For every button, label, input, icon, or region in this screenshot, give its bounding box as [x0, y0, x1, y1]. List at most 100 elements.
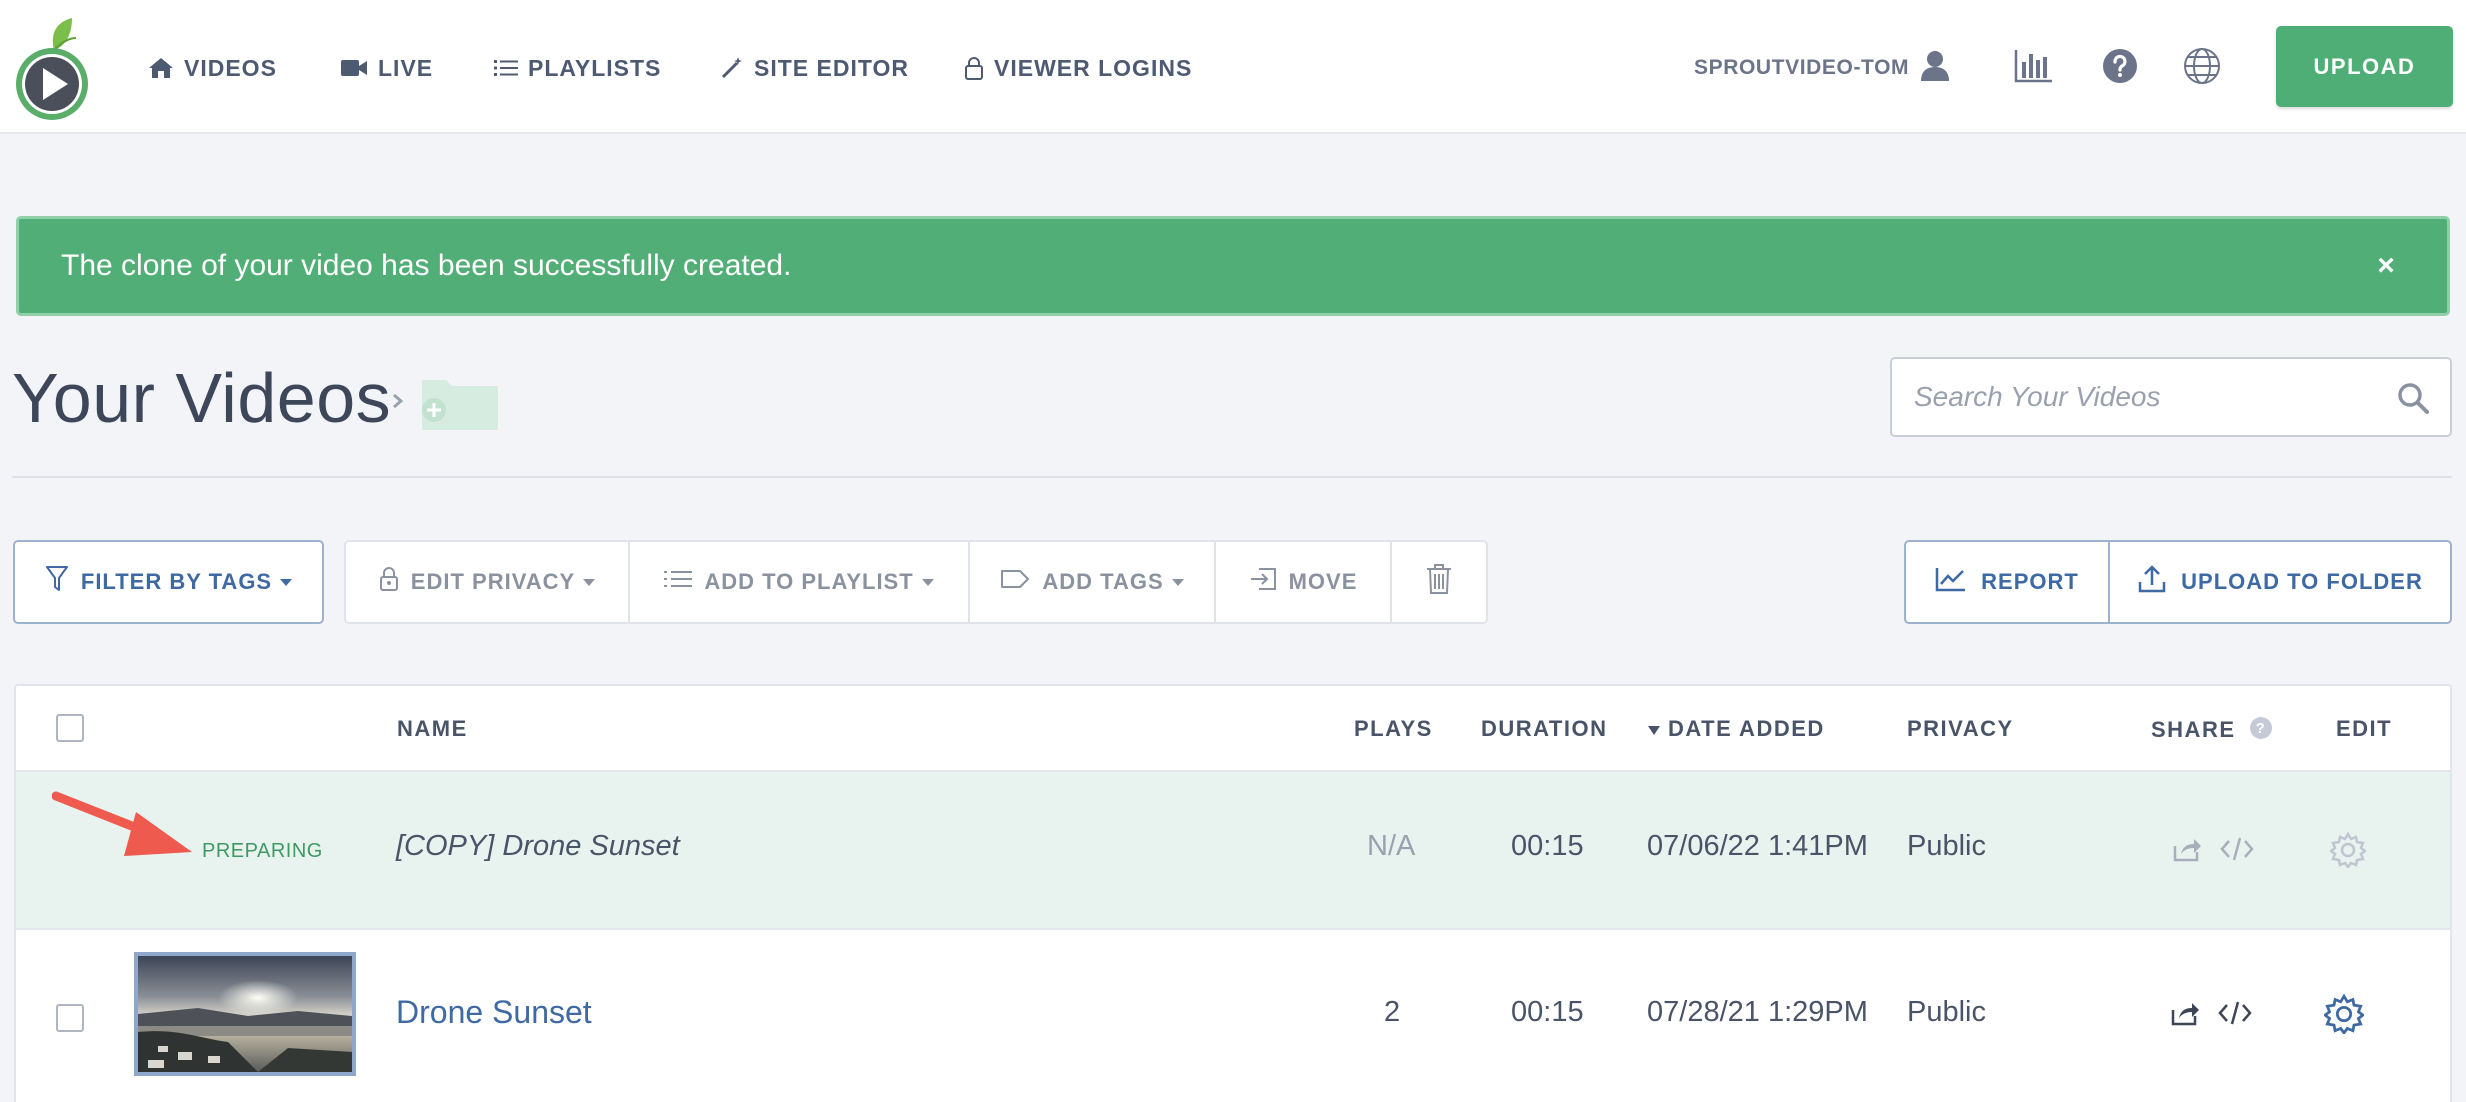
globe-icon[interactable]: [2182, 46, 2222, 86]
line-chart-icon: [1935, 566, 1967, 598]
sort-desc-icon: [1648, 725, 1660, 735]
video-camera-icon: [340, 58, 368, 78]
upload-to-folder-label: UPLOAD TO FOLDER: [2181, 569, 2423, 594]
video-privacy: Public: [1907, 996, 1986, 1028]
bulk-actions-group: EDIT PRIVACY ADD TO PLAYLIST ADD TAGS MO…: [344, 540, 1488, 624]
nav-playlists-label: PLAYLISTS: [528, 54, 662, 81]
gear-icon[interactable]: [2322, 993, 2366, 1039]
add-tags-label: ADD TAGS: [1042, 569, 1164, 594]
upload-icon: [2137, 564, 2167, 600]
caret-down-icon: [921, 578, 934, 586]
table-header: NAME PLAYS DURATION DATE ADDED PRIVACY S…: [16, 686, 2450, 772]
column-date-added-label: DATE ADDED: [1668, 716, 1825, 741]
table-row[interactable]: Drone Sunset 2 00:15 07/28/21 1:29PM Pub…: [16, 930, 2450, 1102]
status-badge: PREPARING: [202, 840, 323, 862]
success-alert: The clone of your video has been success…: [16, 216, 2450, 316]
video-duration: 00:15: [1511, 996, 1584, 1028]
help-icon[interactable]: [2100, 46, 2140, 86]
table-row[interactable]: PREPARING [COPY] Drone Sunset N/A 00:15 …: [16, 772, 2450, 930]
search-box: [1890, 357, 2452, 437]
nav-site-editor-label: SITE EDITOR: [754, 54, 909, 81]
divider: [12, 476, 2452, 478]
search-icon[interactable]: [2396, 381, 2430, 415]
row-checkbox[interactable]: [56, 1004, 84, 1032]
column-edit: EDIT: [2336, 716, 2393, 741]
select-all-checkbox[interactable]: [56, 714, 84, 742]
move-arrow-icon: [1249, 567, 1277, 597]
move-label: MOVE: [1288, 569, 1358, 594]
move-button[interactable]: MOVE: [1216, 542, 1392, 622]
search-input[interactable]: [1914, 377, 2374, 417]
report-upload-group: REPORT UPLOAD TO FOLDER: [1904, 540, 2452, 624]
top-navigation-bar: VIDEOS LIVE PLAYLISTS SITE EDITOR VIEWER…: [0, 0, 2466, 134]
user-icon: [1919, 49, 1951, 87]
nav-site-editor[interactable]: SITE EDITOR: [720, 48, 909, 88]
delete-button[interactable]: [1392, 542, 1486, 622]
upload-button[interactable]: UPLOAD: [2276, 26, 2453, 107]
nav-viewer-logins-label: VIEWER LOGINS: [994, 54, 1193, 81]
add-tags-button[interactable]: ADD TAGS: [970, 542, 1216, 622]
lock-icon: [379, 566, 399, 598]
caret-down-icon: [280, 578, 293, 586]
page-title: Your Videos: [12, 359, 392, 437]
add-to-playlist-button[interactable]: ADD TO PLAYLIST: [630, 542, 970, 622]
alert-message: The clone of your video has been success…: [61, 249, 792, 282]
close-icon[interactable]: ×: [2369, 249, 2403, 283]
column-share: SHARE ?: [2151, 716, 2273, 746]
share-icon[interactable]: [2170, 1000, 2200, 1031]
video-duration: 00:15: [1511, 830, 1584, 862]
caret-down-icon: [583, 578, 596, 586]
video-plays: N/A: [1367, 830, 1416, 862]
video-name: [COPY] Drone Sunset: [396, 830, 680, 862]
video-privacy: Public: [1907, 830, 1986, 862]
nav-viewer-logins[interactable]: VIEWER LOGINS: [964, 48, 1192, 88]
analytics-chart-icon[interactable]: [2014, 46, 2054, 86]
column-date-added[interactable]: DATE ADDED: [1648, 716, 1825, 742]
column-share-label: SHARE: [2151, 716, 2236, 742]
account-name: SPROUTVIDEO-TOM: [1694, 56, 1910, 79]
column-duration[interactable]: DURATION: [1481, 716, 1607, 742]
home-icon: [148, 56, 174, 80]
videos-table: NAME PLAYS DURATION DATE ADDED PRIVACY S…: [14, 684, 2452, 1102]
sproutvideo-logo[interactable]: [10, 16, 94, 120]
report-label: REPORT: [1981, 569, 2079, 594]
help-icon[interactable]: ?: [2249, 716, 2273, 746]
video-plays: 2: [1384, 996, 1401, 1028]
video-date-added: 07/06/22 1:41PM: [1647, 830, 1868, 862]
embed-code-icon[interactable]: [2218, 1000, 2252, 1031]
chevron-right-icon: [388, 386, 408, 416]
caret-down-icon: [1171, 578, 1184, 586]
magic-wand-icon: [720, 56, 744, 80]
nav-live-label: LIVE: [378, 54, 434, 81]
new-folder-icon[interactable]: [418, 374, 500, 432]
video-date-added: 07/28/21 1:29PM: [1647, 996, 1868, 1028]
trash-icon: [1426, 563, 1452, 601]
tag-icon: [1000, 568, 1030, 596]
svg-text:?: ?: [2256, 720, 2267, 737]
filter-funnel-icon: [45, 565, 69, 599]
nav-playlists[interactable]: PLAYLISTS: [494, 48, 661, 88]
add-to-playlist-label: ADD TO PLAYLIST: [704, 569, 914, 594]
list-icon: [664, 569, 693, 595]
nav-videos[interactable]: VIDEOS: [148, 48, 277, 88]
gear-icon: [2328, 831, 2368, 873]
edit-privacy-button[interactable]: EDIT PRIVACY: [346, 542, 630, 622]
upload-to-folder-button[interactable]: UPLOAD TO FOLDER: [2110, 542, 2450, 622]
lock-icon: [964, 56, 984, 80]
column-privacy[interactable]: PRIVACY: [1907, 716, 2014, 742]
edit-privacy-label: EDIT PRIVACY: [410, 569, 576, 594]
video-name-link[interactable]: Drone Sunset: [396, 994, 592, 1031]
nav-videos-label: VIDEOS: [184, 54, 277, 81]
list-icon: [494, 58, 518, 78]
annotation-arrow: [51, 790, 212, 865]
embed-code-icon: [2220, 836, 2254, 867]
report-button[interactable]: REPORT: [1906, 542, 2110, 622]
share-icon: [2172, 836, 2202, 867]
column-name[interactable]: NAME: [397, 716, 468, 742]
video-thumbnail[interactable]: [134, 952, 356, 1076]
nav-live[interactable]: LIVE: [340, 48, 433, 88]
account-menu[interactable]: SPROUTVIDEO-TOM: [1694, 48, 1951, 88]
filter-by-tags-button[interactable]: FILTER BY TAGS: [13, 540, 324, 624]
column-plays[interactable]: PLAYS: [1354, 716, 1433, 742]
filter-by-tags-label: FILTER BY TAGS: [80, 569, 273, 594]
